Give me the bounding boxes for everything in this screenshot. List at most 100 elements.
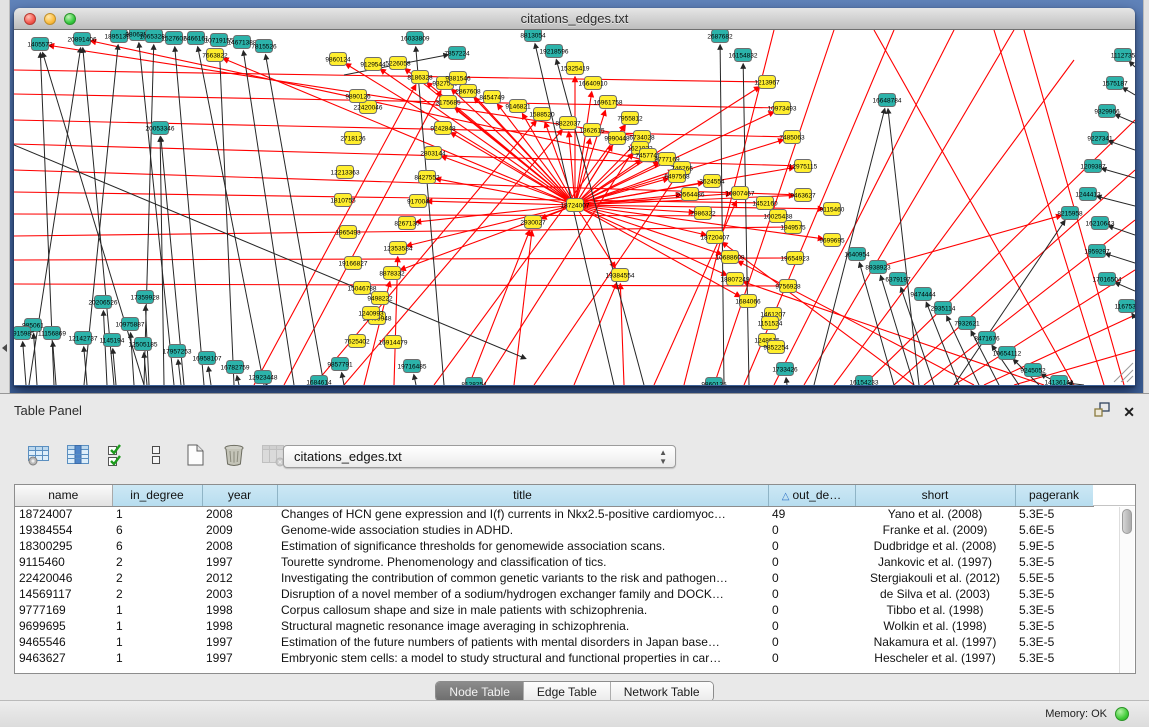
- graph-edge[interactable]: [743, 64, 749, 385]
- table-cell[interactable]: Estimation of significance thresholds fo…: [277, 538, 768, 554]
- graph-edge[interactable]: [342, 373, 344, 385]
- graph-edge[interactable]: [208, 367, 211, 385]
- table-cell[interactable]: 0: [768, 554, 855, 570]
- column-header-name[interactable]: name: [15, 485, 112, 506]
- table-cell[interactable]: 1: [112, 506, 202, 522]
- table-cell[interactable]: 9115460: [15, 554, 112, 570]
- table-cell[interactable]: 2012: [202, 570, 277, 586]
- zoom-window-button[interactable]: [64, 13, 76, 25]
- table-cell[interactable]: 5.6E-5: [1015, 522, 1093, 538]
- graph-edge[interactable]: [1097, 196, 1135, 206]
- table-cell[interactable]: Tourette syndrome. Phenomenology and cla…: [277, 554, 768, 570]
- table-scrollbar[interactable]: [1119, 507, 1134, 673]
- tab-node-table[interactable]: Node Table: [436, 682, 523, 701]
- table-cell[interactable]: de Silva et al. (2003): [855, 586, 1015, 602]
- table-row[interactable]: 977716911998Corpus callosum shape and si…: [15, 602, 1093, 618]
- graph-edge[interactable]: [1115, 283, 1135, 291]
- graph-edge[interactable]: [954, 220, 1065, 385]
- graph-edge[interactable]: [414, 375, 416, 385]
- table-settings-icon[interactable]: [24, 441, 54, 469]
- table-cell[interactable]: 0: [768, 602, 855, 618]
- graph-edge[interactable]: [1102, 168, 1135, 178]
- table-cell[interactable]: Tibbo et al. (1998): [855, 602, 1015, 618]
- table-cell[interactable]: 5.5E-5: [1015, 570, 1093, 586]
- table-cell[interactable]: 1: [112, 650, 202, 666]
- new-document-icon[interactable]: [180, 441, 210, 469]
- table-cell[interactable]: 5.3E-5: [1015, 618, 1093, 634]
- table-cell[interactable]: 6: [112, 522, 202, 538]
- graph-edge[interactable]: [178, 360, 181, 385]
- table-cell[interactable]: 1997: [202, 650, 277, 666]
- table-cell[interactable]: 1998: [202, 618, 277, 634]
- table-cell[interactable]: 9699695: [15, 618, 112, 634]
- table-row[interactable]: 2242004622012Investigating the contribut…: [15, 570, 1093, 586]
- graph-edge[interactable]: [243, 51, 294, 385]
- table-cell[interactable]: 6: [112, 538, 202, 554]
- table-cell[interactable]: 5.3E-5: [1015, 506, 1093, 522]
- table-cell[interactable]: 0: [768, 522, 855, 538]
- table-cell[interactable]: 1997: [202, 634, 277, 650]
- table-cell[interactable]: 2003: [202, 586, 277, 602]
- column-header-short[interactable]: short: [855, 485, 1015, 506]
- graph-edge[interactable]: [451, 133, 575, 205]
- float-panel-icon[interactable]: [1093, 401, 1110, 423]
- table-cell[interactable]: Disruption of a novel member of a sodium…: [277, 586, 768, 602]
- graph-edge[interactable]: [1106, 254, 1135, 263]
- table-row[interactable]: 1830029562008Estimation of significance …: [15, 538, 1093, 554]
- table-cell[interactable]: 0: [768, 634, 855, 650]
- graph-edge[interactable]: [720, 45, 724, 385]
- table-cell[interactable]: 2: [112, 570, 202, 586]
- table-cell[interactable]: 2009: [202, 522, 277, 538]
- table-row[interactable]: 1456911722003Disruption of a novel membe…: [15, 586, 1093, 602]
- table-cell[interactable]: Embryonic stem cells: a model to study s…: [277, 650, 768, 666]
- network-window[interactable]: citations_edges.txt 18724007153254191664…: [14, 8, 1135, 386]
- table-scrollbar-thumb[interactable]: [1122, 509, 1132, 534]
- delete-trash-icon[interactable]: [219, 441, 249, 469]
- table-cell[interactable]: 18724007: [15, 506, 112, 522]
- graph-edge[interactable]: [344, 130, 562, 385]
- table-selector-dropdown[interactable]: citations_edges.txt ▲▼: [283, 445, 676, 468]
- table-cell[interactable]: 5.3E-5: [1015, 602, 1093, 618]
- table-cell[interactable]: Yano et al. (2008): [855, 506, 1015, 522]
- merge-rows-icon[interactable]: [141, 441, 171, 469]
- table-row[interactable]: 946362711997Embryonic stem cells: a mode…: [15, 650, 1093, 666]
- table-cell[interactable]: 2: [112, 554, 202, 570]
- graph-edge[interactable]: [237, 376, 239, 385]
- table-cell[interactable]: 0: [768, 650, 855, 666]
- graph-edge[interactable]: [575, 139, 590, 205]
- graph-edge[interactable]: [14, 70, 767, 82]
- graph-edge[interactable]: [556, 60, 644, 385]
- graph-edge[interactable]: [14, 214, 778, 216]
- table-cell[interactable]: Investigating the contribution of common…: [277, 570, 768, 586]
- table-cell[interactable]: 5.3E-5: [1015, 650, 1093, 666]
- column-header-year[interactable]: year: [202, 485, 277, 506]
- graph-edge[interactable]: [266, 55, 324, 385]
- table-row[interactable]: 911546021997Tourette syndrome. Phenomeno…: [15, 554, 1093, 570]
- table-cell[interactable]: 1: [112, 602, 202, 618]
- graph-edge[interactable]: [1123, 88, 1135, 95]
- network-canvas[interactable]: 1872400715325419166409101696175879558121…: [14, 30, 1135, 385]
- column-header-title[interactable]: title: [277, 485, 768, 506]
- graph-edge[interactable]: [874, 30, 1074, 385]
- table-cell[interactable]: Stergiakouli et al. (2012): [855, 570, 1015, 586]
- graph-edge[interactable]: [575, 205, 740, 297]
- table-cell[interactable]: Jankovic et al. (1997): [855, 554, 1015, 570]
- table-cell[interactable]: 9463627: [15, 650, 112, 666]
- tab-edge-table[interactable]: Edge Table: [523, 682, 610, 701]
- table-cell[interactable]: 49: [768, 506, 855, 522]
- table-row[interactable]: 946554611997Estimation of the future num…: [15, 634, 1093, 650]
- table-cell[interactable]: 5.3E-5: [1015, 586, 1093, 602]
- graph-edge[interactable]: [14, 284, 788, 286]
- select-columns-icon[interactable]: [63, 441, 93, 469]
- window-resize-grip[interactable]: [1114, 363, 1133, 382]
- table-row[interactable]: 969969511998Structural magnetic resonanc…: [15, 618, 1093, 634]
- graph-edge[interactable]: [774, 30, 954, 385]
- table-cell[interactable]: 5.9E-5: [1015, 538, 1093, 554]
- network-window-titlebar[interactable]: citations_edges.txt: [14, 8, 1135, 30]
- table-cell[interactable]: Genome-wide association studies in ADHD.: [277, 522, 768, 538]
- table-cell[interactable]: 5.3E-5: [1015, 634, 1093, 650]
- table-cell[interactable]: 9777169: [15, 602, 112, 618]
- graph-edge[interactable]: [514, 231, 532, 385]
- table-cell[interactable]: 1: [112, 634, 202, 650]
- table-cell[interactable]: 1: [112, 618, 202, 634]
